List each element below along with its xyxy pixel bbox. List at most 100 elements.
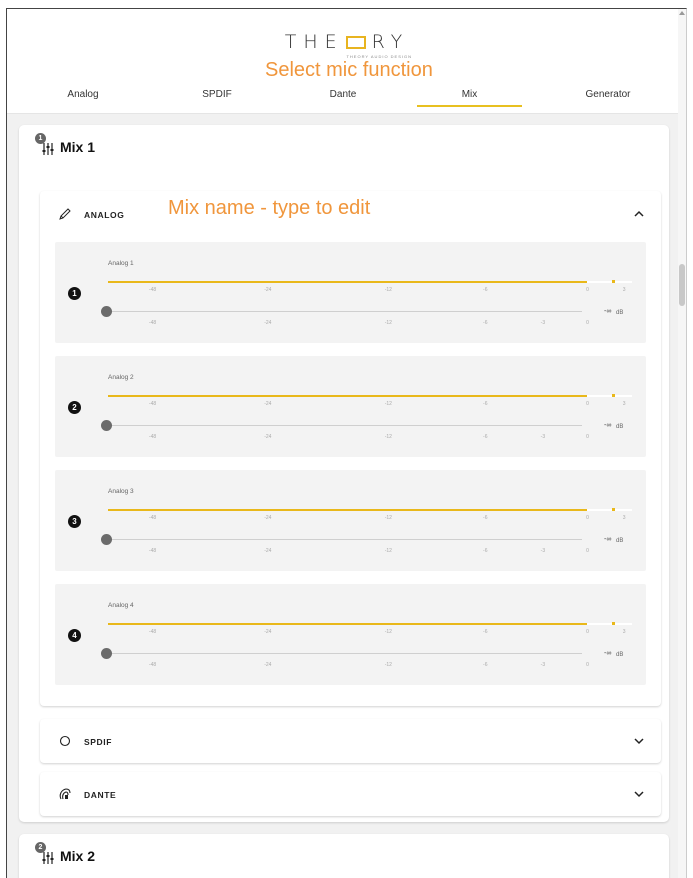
app-frame: THE RY THEORY AUDIO DESIGN Select mic fun… <box>6 8 687 878</box>
fader-scale-label: -12 <box>384 320 392 326</box>
fader-track[interactable] <box>108 539 582 540</box>
tab-generator[interactable]: Generator <box>572 79 644 113</box>
mix-title[interactable]: Mix 2 <box>60 848 95 864</box>
dante-section-label: DANTE <box>84 790 117 800</box>
dante-logo-icon <box>59 788 71 800</box>
fader-value-readout[interactable]: -∞ <box>604 422 611 429</box>
peak-indicator <box>611 622 615 625</box>
tab-dante[interactable]: Dante <box>313 79 373 113</box>
level-meter <box>108 394 632 397</box>
fader-track[interactable] <box>108 311 582 312</box>
tab-analog[interactable]: Analog <box>53 79 113 113</box>
fader-scale-label: -48 <box>148 662 157 668</box>
logo-o-mark <box>345 36 366 49</box>
meter-scale-label: -48 <box>148 401 157 407</box>
level-meter-fill <box>108 509 588 511</box>
fader-scale-label: -24 <box>264 320 272 326</box>
fader-value-readout[interactable]: -∞ <box>604 308 611 315</box>
level-meter-fill <box>108 281 588 283</box>
fader-knob[interactable] <box>101 534 112 545</box>
fader-scale-label: -24 <box>264 548 272 554</box>
optical-circle-icon <box>59 735 71 747</box>
mixer-sliders-icon <box>42 852 54 864</box>
tab-spdif[interactable]: SPDIF <box>187 79 247 113</box>
level-meter-fill <box>108 395 588 397</box>
meter-scale-label: 0 <box>586 629 589 635</box>
pencil-icon[interactable] <box>58 207 72 221</box>
fader-scale-label: -48 <box>148 548 157 554</box>
fader-scale-label: -12 <box>384 434 392 440</box>
scroll-thumb[interactable] <box>679 264 685 306</box>
fader-scale-label: 0 <box>586 434 589 440</box>
spdif-section[interactable]: SPDIF <box>40 719 661 763</box>
annotation-mix-name: Mix name - type to edit <box>168 197 371 219</box>
fader-scale-label: -48 <box>148 320 157 326</box>
logo-wordmark: THE RY <box>284 31 410 53</box>
mixer-sliders-icon <box>42 143 54 155</box>
meter-scale-label: 0 <box>586 287 589 293</box>
fader-scale-label: -3 <box>540 662 546 668</box>
meter-scale-label: -48 <box>148 629 157 635</box>
fader-value-readout[interactable]: -∞ <box>604 650 611 657</box>
spdif-section-label: SPDIF <box>84 737 113 747</box>
level-meter <box>108 622 632 625</box>
channel-name: Analog 2 <box>108 374 134 381</box>
fader-knob[interactable] <box>101 420 112 431</box>
meter-scale-label: -12 <box>384 629 392 635</box>
fader-value-readout[interactable]: -∞ <box>604 536 611 543</box>
page-scrollbar[interactable] <box>678 9 686 878</box>
fader-scale-label: 0 <box>586 320 589 326</box>
dante-section[interactable]: DANTE <box>40 772 661 816</box>
mix-card-2: 2 Mix 2 <box>19 834 669 878</box>
channel-strip: Analog 2 2 -48 -24 -12 -6 0 3 -48 -24 -12 -6 -3 0 -∞ dB <box>55 356 646 457</box>
chevron-down-icon[interactable] <box>633 735 645 747</box>
peak-indicator <box>611 394 615 397</box>
meter-scale-label: -6 <box>483 515 488 521</box>
level-meter-fill <box>108 623 588 625</box>
scroll-up-arrow-icon[interactable] <box>679 11 685 15</box>
fader-scale-label: -24 <box>264 662 272 668</box>
meter-scale-label: 3 <box>622 515 626 521</box>
level-meter <box>108 508 632 511</box>
meter-scale-label: 0 <box>586 515 589 521</box>
fader-scale-label: -6 <box>483 548 488 554</box>
tab-mix[interactable]: Mix <box>417 79 522 113</box>
fader-scale-label: -6 <box>483 662 488 668</box>
fader-knob[interactable] <box>101 648 112 659</box>
theory-logo: THE RY THEORY AUDIO DESIGN <box>272 31 422 59</box>
fader-scale-label: -24 <box>264 434 272 440</box>
channel-strip: Analog 3 3 -48 -24 -12 -6 0 3 -48 -24 -12 -6 -3 0 -∞ dB <box>55 470 646 571</box>
chevron-down-icon[interactable] <box>633 788 645 800</box>
meter-scale-label: -6 <box>483 401 488 407</box>
fader-scale-label: 0 <box>586 548 589 554</box>
fader-scale-label: 0 <box>586 662 589 668</box>
channel-name: Analog 1 <box>108 260 134 267</box>
channel-name: Analog 4 <box>108 602 134 609</box>
channel-strip: Analog 4 4 -48 -24 -12 -6 0 3 -48 -24 -12 -6 -3 0 -∞ dB <box>55 584 646 685</box>
mix-content: 1 Mix 1 ANALOG Mix name - type to edit A… <box>7 114 680 878</box>
fader-unit-label: dB <box>616 652 624 658</box>
meter-scale-label: -6 <box>483 629 488 635</box>
analog-section-label[interactable]: ANALOG <box>84 210 124 220</box>
meter-scale-label: -24 <box>264 401 272 407</box>
level-meter <box>108 280 632 283</box>
meter-scale-label: -12 <box>384 401 392 407</box>
meter-scale-label: -24 <box>264 287 272 293</box>
meter-scale-label: -6 <box>483 287 488 293</box>
meter-scale-label: -24 <box>264 515 272 521</box>
channel-strip: Analog 1 1 -48 -24 -12 -6 0 3 -48 -24 -12 -6 -3 0 -∞ dB <box>55 242 646 343</box>
mix-title[interactable]: Mix 1 <box>60 139 95 155</box>
fader-knob[interactable] <box>101 306 112 317</box>
meter-scale-label: -24 <box>264 629 272 635</box>
fader-scale-label: -48 <box>148 434 157 440</box>
fader-track[interactable] <box>108 653 582 654</box>
channel-name: Analog 3 <box>108 488 134 495</box>
chevron-up-icon[interactable] <box>633 208 645 220</box>
meter-scale-label: 3 <box>622 401 626 407</box>
peak-indicator <box>611 508 615 511</box>
analog-section: ANALOG Mix name - type to edit Analog 1 1… <box>40 191 661 706</box>
meter-scale-label: -12 <box>384 515 392 521</box>
fader-track[interactable] <box>108 425 582 426</box>
function-tabs: Analog SPDIF Dante Mix Generator <box>7 79 680 113</box>
fader-unit-label: dB <box>616 310 624 316</box>
